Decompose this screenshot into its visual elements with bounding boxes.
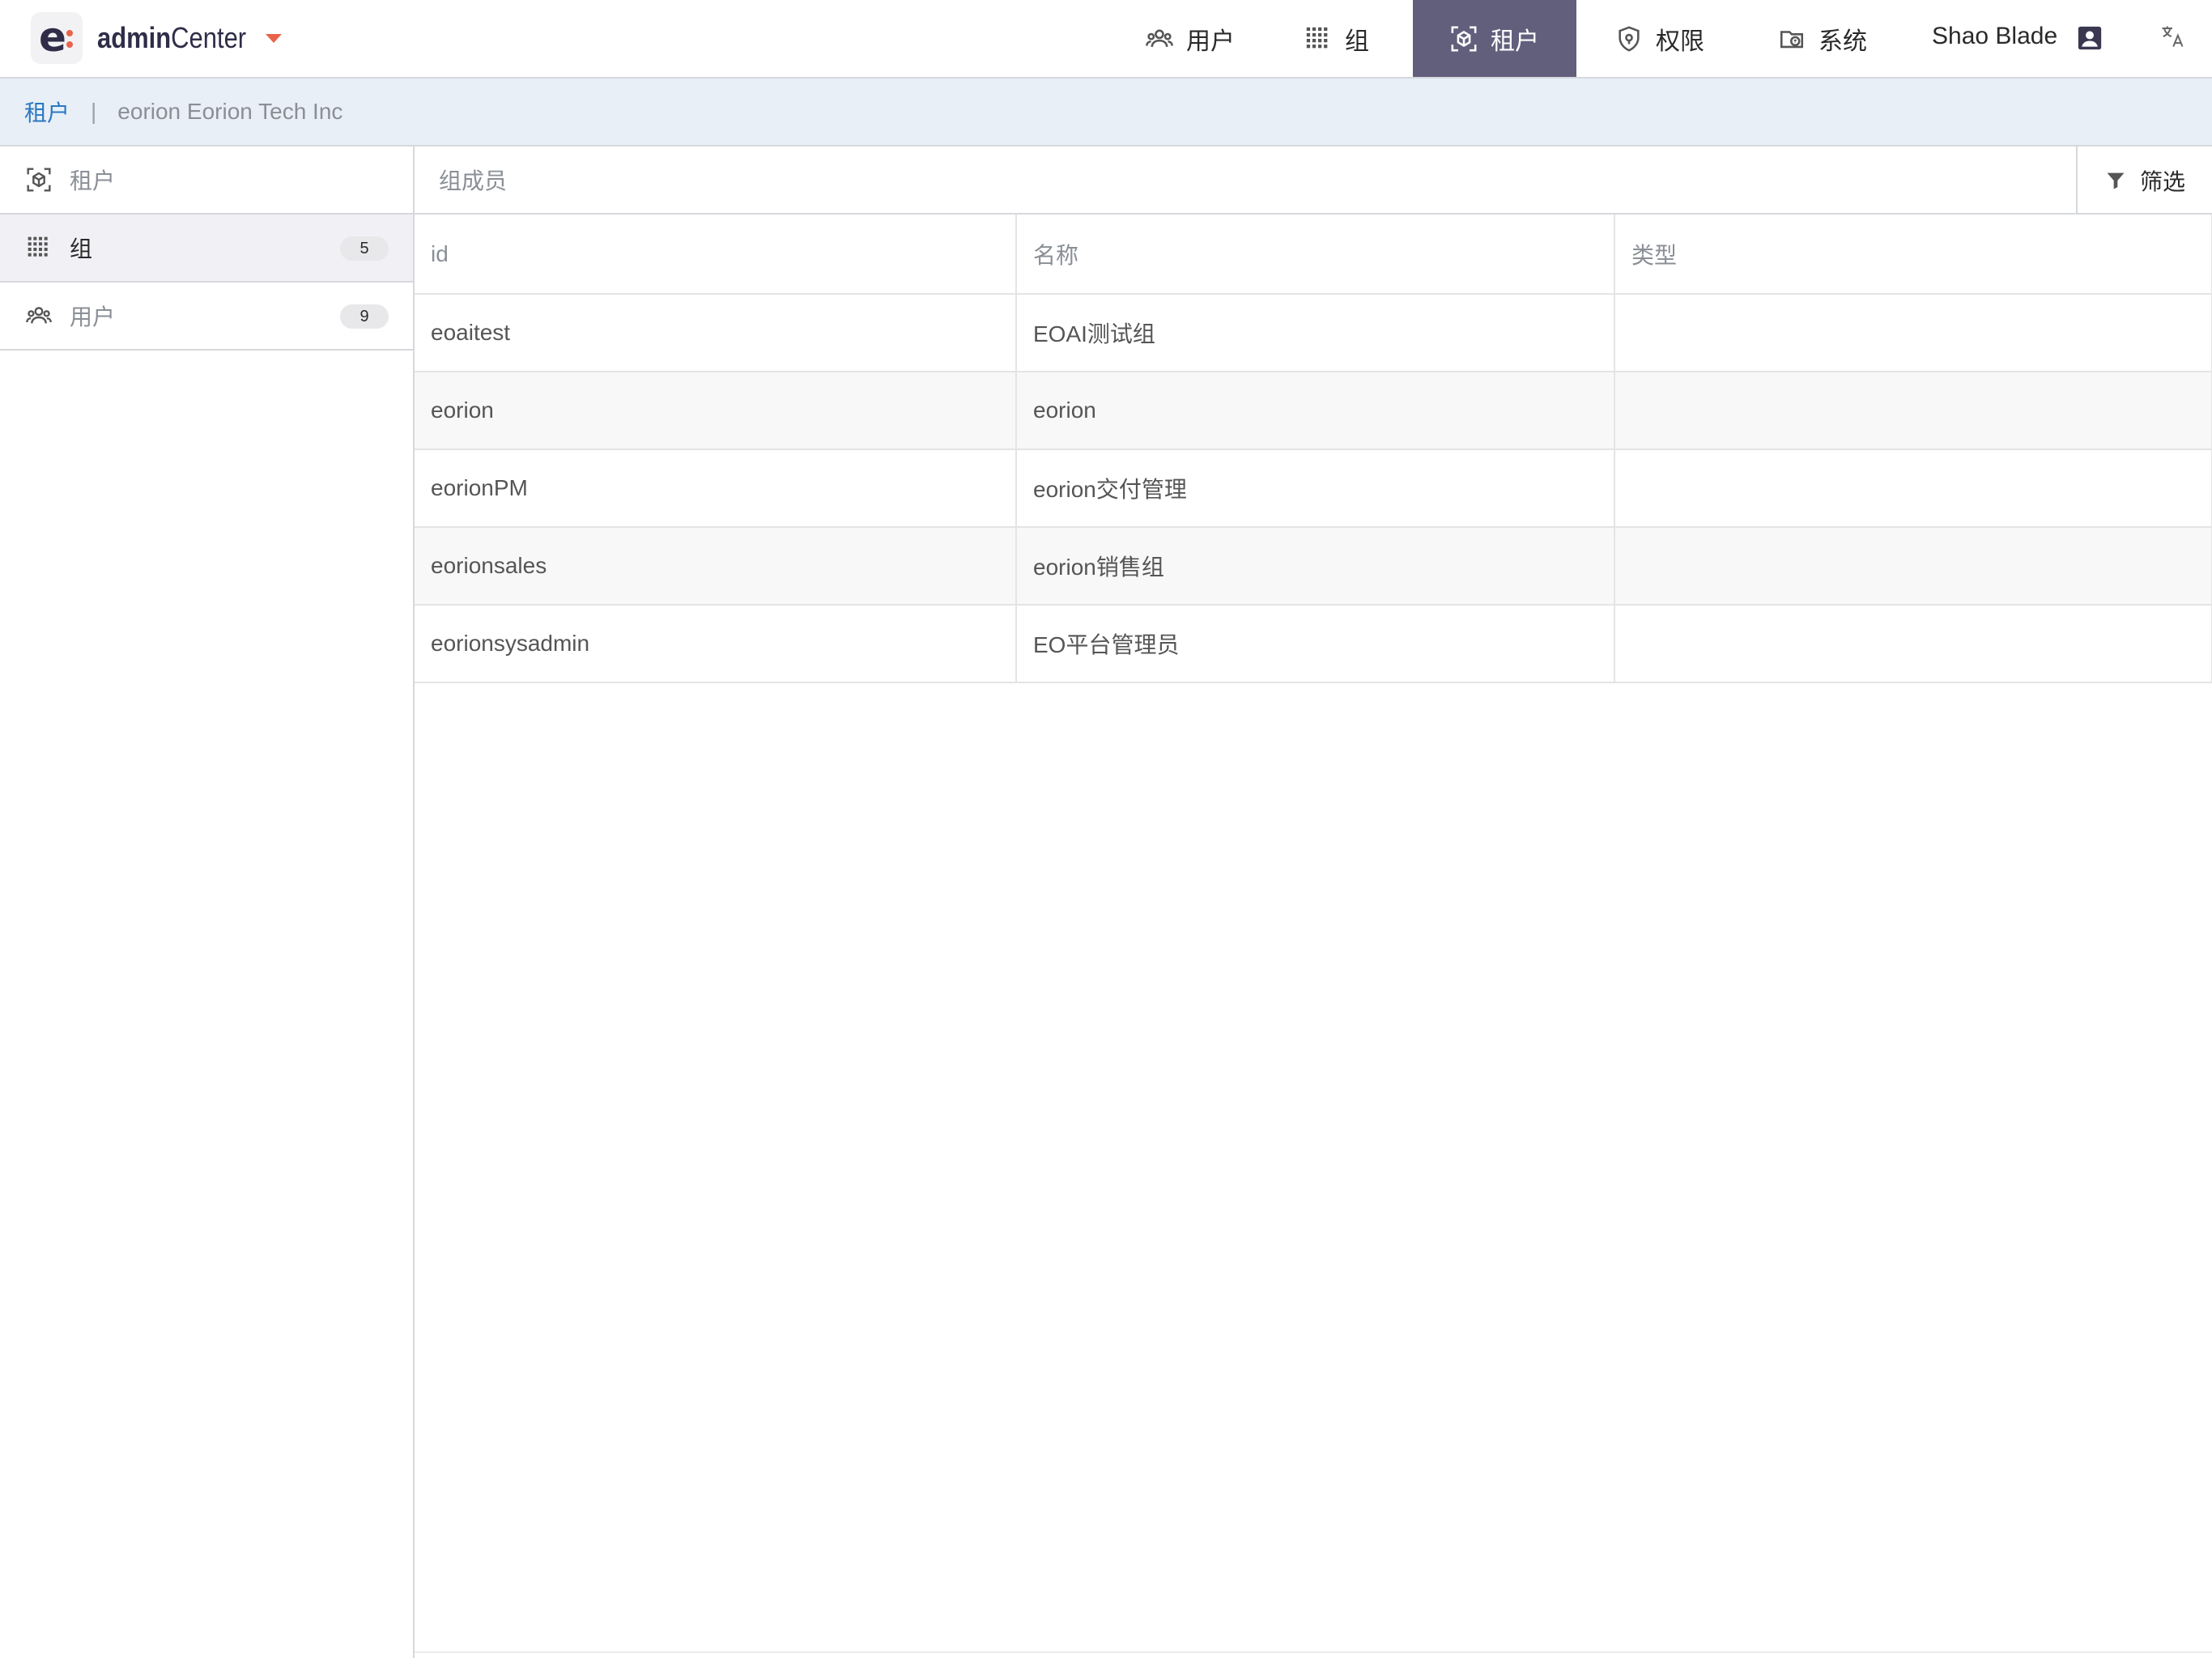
cell-name: EO平台管理员	[1016, 605, 1615, 683]
grid-icon	[26, 235, 52, 261]
members-table: id 名称 类型 eoaitest EOAI测试组 eorion eorion …	[415, 215, 2212, 683]
cell-id: eorionsales	[415, 527, 1017, 606]
user-name[interactable]: Shao Blade	[1932, 23, 2057, 50]
shield-icon	[1615, 25, 1643, 53]
table-header-row: id 名称 类型	[415, 215, 2212, 295]
filter-icon	[2104, 169, 2127, 192]
column-header-name[interactable]: 名称	[1016, 215, 1615, 295]
users-icon	[1146, 25, 1173, 53]
cell-id: eorionPM	[415, 449, 1017, 528]
top-bar: e adminCenter 用户 组 租户 权限 系统 Shao Blade	[0, 0, 2212, 79]
sidebar-item-label: 用户	[70, 304, 116, 329]
cell-name: EOAI测试组	[1016, 294, 1615, 372]
tenant-icon	[26, 167, 52, 193]
breadcrumb-current: eorion Eorion Tech Inc	[117, 99, 343, 124]
table-row[interactable]: eoaitest EOAI测试组	[415, 294, 2212, 372]
breadcrumb: 租户 | eorion Eorion Tech Inc	[0, 79, 2212, 147]
sidebar: 租户 组 5 用户 9	[0, 147, 415, 1658]
caret-down-icon[interactable]	[266, 33, 283, 43]
cell-type	[1614, 527, 2212, 606]
nav-tenants[interactable]: 租户	[1413, 0, 1576, 77]
column-header-type[interactable]: 类型	[1614, 215, 2212, 295]
panel-header: 组成员 筛选	[415, 147, 2212, 215]
nav-permissions[interactable]: 权限	[1607, 0, 1712, 77]
app-name: adminCenter	[97, 21, 247, 54]
tenant-icon	[1450, 25, 1478, 53]
breadcrumb-link-tenant[interactable]: 租户	[24, 96, 70, 128]
table-row[interactable]: eorionsysadmin EO平台管理员	[415, 605, 2212, 683]
sidebar-item-label: 组	[70, 236, 93, 261]
cell-type	[1614, 449, 2212, 528]
table-row[interactable]: eorionsales eorion销售组	[415, 527, 2212, 606]
count-badge: 9	[340, 304, 389, 329]
nav-system[interactable]: 系统	[1770, 0, 1875, 77]
system-icon	[1778, 25, 1806, 53]
users-icon	[26, 303, 52, 329]
cell-type	[1614, 372, 2212, 450]
nav-groups[interactable]: 组	[1292, 0, 1381, 77]
cell-id: eorionsysadmin	[415, 605, 1017, 683]
breadcrumb-separator: |	[91, 99, 97, 124]
cell-name: eorion	[1016, 372, 1615, 450]
cell-type	[1614, 605, 2212, 683]
grid-icon	[1304, 25, 1332, 53]
main-panel: 组成员 筛选 id 名称 类型 eoaitest EOAI测试组 eorion	[415, 147, 2212, 1658]
app-logo: e	[31, 12, 83, 64]
translate-icon[interactable]	[2160, 24, 2184, 49]
cell-name: eorion销售组	[1016, 527, 1615, 606]
filter-button[interactable]: 筛选	[2076, 147, 2212, 215]
cell-name: eorion交付管理	[1016, 449, 1615, 528]
column-header-id[interactable]: id	[415, 215, 1017, 295]
sidebar-item-users[interactable]: 用户 9	[0, 283, 413, 351]
user-card-icon[interactable]	[2076, 24, 2104, 52]
cell-id: eoaitest	[415, 294, 1017, 372]
nav-users[interactable]: 用户	[1125, 0, 1255, 77]
count-badge: 5	[340, 236, 389, 261]
sidebar-item-groups[interactable]: 组 5	[0, 215, 413, 283]
panel-title: 组成员	[439, 168, 508, 193]
sidebar-header: 租户	[0, 147, 413, 215]
cell-type	[1614, 294, 2212, 372]
table-row[interactable]: eorion eorion	[415, 372, 2212, 450]
table-row[interactable]: eorionPM eorion交付管理	[415, 449, 2212, 528]
cell-id: eorion	[415, 372, 1017, 450]
app-switcher[interactable]: e adminCenter	[31, 12, 283, 64]
bottom-divider	[415, 1652, 2212, 1653]
